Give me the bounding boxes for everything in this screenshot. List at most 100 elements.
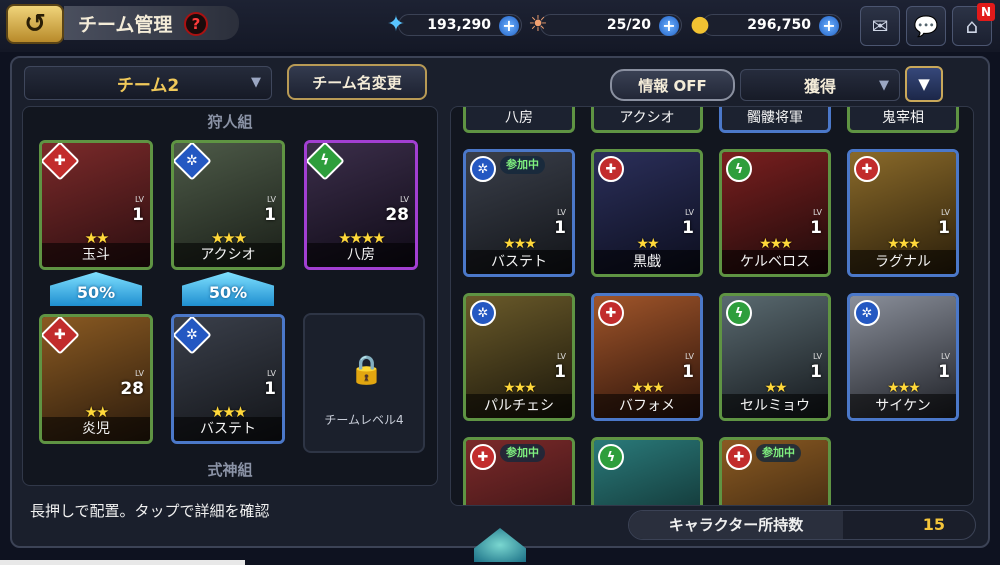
list-item[interactable]: アクシオ xyxy=(591,107,703,133)
chat-icon[interactable]: 💬 xyxy=(906,6,946,46)
wind-element-icon: ϟ xyxy=(726,156,752,182)
character-name: 炎児 xyxy=(42,417,150,441)
list-item[interactable]: 髑髏将軍 xyxy=(719,107,831,133)
info-toggle-button[interactable]: 情報 OFF xyxy=(610,69,735,101)
mail-icon[interactable]: ✉ xyxy=(860,6,900,46)
crystal-icon: ✦ xyxy=(386,11,406,37)
water-element-icon: ✲ xyxy=(854,300,880,326)
list-item[interactable]: 八房 xyxy=(463,107,575,133)
level: 1 xyxy=(264,205,276,225)
water-element-icon: ✲ xyxy=(470,156,496,182)
character-name: ラグナル xyxy=(850,250,956,274)
list-item[interactable]: ϟ LV 1 ★★ セルミョウ xyxy=(719,293,831,421)
in-team-badge: 参加中 xyxy=(756,444,801,462)
level: 1 xyxy=(554,362,566,382)
roster-grid[interactable]: 八房 アクシオ 髑髏将軍 鬼宰相 ✲ 参加中 LV 1 ★★★ バステト ✚ L… xyxy=(450,106,974,506)
chevron-down-icon: ▼ xyxy=(251,75,261,90)
list-item[interactable]: ✚ LV 1 ★★★ バフォメ xyxy=(591,293,703,421)
coin-icon: ● xyxy=(690,11,710,37)
top-bar: ↺ チーム管理 ? ✦ 193,290 + ☀ 25/20 + ● 296,75… xyxy=(0,0,1000,52)
home-icon[interactable]: ⌂ N xyxy=(952,3,995,46)
level: 1 xyxy=(682,362,694,382)
character-name: 玉斗 xyxy=(42,243,150,267)
character-name: バフォメ xyxy=(594,394,700,418)
list-item[interactable]: ✲ LV 1 ★★★ サイケン xyxy=(847,293,959,421)
shikigami-card-1[interactable]: ✚ LV 28 ★★ 炎児 xyxy=(39,314,153,444)
character-name: バステト xyxy=(174,417,282,441)
level: 1 xyxy=(810,218,822,238)
back-arrow-icon: ↺ xyxy=(24,9,46,39)
shikigami-group-label: 式神組 xyxy=(207,461,253,479)
list-item[interactable]: ϟ LV 1 ★★★ ケルベロス xyxy=(719,149,831,277)
owned-label: キャラクター所持数 xyxy=(629,511,843,539)
gold-amount: 296,750 xyxy=(747,17,811,33)
level: 1 xyxy=(554,218,566,238)
level: 1 xyxy=(132,205,144,225)
level: 1 xyxy=(810,362,822,382)
wind-element-icon: ϟ xyxy=(598,444,624,470)
water-element-icon: ✲ xyxy=(470,300,496,326)
level: 1 xyxy=(264,379,276,399)
level: 1 xyxy=(938,362,950,382)
sort-order-button[interactable]: ▼ xyxy=(905,66,943,102)
character-name: 八房 xyxy=(307,243,415,267)
hint-text: 長押しで配置。タップで詳細を確認 xyxy=(30,502,270,520)
hunter-group-label: 狩人組 xyxy=(207,113,253,131)
character-name: アクシオ xyxy=(174,243,282,267)
character-name: ケルベロス xyxy=(722,250,828,274)
shikigami-card-2[interactable]: ✲ LV 1 ★★★ バステト xyxy=(171,314,285,444)
owned-count: 15 xyxy=(922,515,945,534)
level: 28 xyxy=(120,379,144,399)
fire-element-icon: ✚ xyxy=(598,156,624,182)
locked-slot-label: チームレベル4 xyxy=(324,413,404,427)
gold-currency: ● 296,750 + xyxy=(690,12,842,37)
list-item[interactable]: ✚ 参加中 xyxy=(463,437,575,505)
list-item[interactable]: 鬼宰相 xyxy=(847,107,959,133)
sort-select[interactable]: 獲得 ▼ xyxy=(740,69,900,101)
hunter-card-1[interactable]: ✚ LV 1 ★★ 玉斗 xyxy=(39,140,153,270)
locked-slot[interactable]: 🔒 チームレベル4 xyxy=(303,313,425,453)
character-name: サイケン xyxy=(850,394,956,418)
character-name: バステト xyxy=(466,250,572,274)
bottom-strip xyxy=(0,560,245,565)
level: 1 xyxy=(938,218,950,238)
help-icon[interactable]: ? xyxy=(184,12,208,36)
fire-element-icon: ✚ xyxy=(726,444,752,470)
fire-element-icon: ✚ xyxy=(470,444,496,470)
stamina-amount: 25/20 xyxy=(606,17,651,33)
rename-team-button[interactable]: チーム名変更 xyxy=(287,64,427,100)
lock-icon: 🔒 xyxy=(349,353,384,386)
in-team-badge: 参加中 xyxy=(500,156,545,174)
new-badge: N xyxy=(977,3,995,21)
wind-element-icon: ϟ xyxy=(726,300,752,326)
stamina-icon: ☀ xyxy=(528,11,548,37)
add-gold-button[interactable]: + xyxy=(819,16,839,36)
add-stamina-button[interactable]: + xyxy=(659,16,679,36)
owned-count-bar: キャラクター所持数 15 xyxy=(628,510,976,540)
crystal-amount: 193,290 xyxy=(427,17,491,33)
crystal-currency: ✦ 193,290 + xyxy=(387,12,522,37)
character-name: パルチェシ xyxy=(466,394,572,418)
character-name: 黒戯 xyxy=(594,250,700,274)
level: 28 xyxy=(385,205,409,225)
list-item[interactable]: ✲ LV 1 ★★★ パルチェシ xyxy=(463,293,575,421)
chevron-down-icon: ▼ xyxy=(879,78,889,93)
list-item[interactable]: ϟ xyxy=(591,437,703,505)
back-button[interactable]: ↺ xyxy=(6,4,64,44)
team-select[interactable]: チーム2 ▼ xyxy=(24,66,272,100)
list-item[interactable]: ✚ LV 1 ★★★ ラグナル xyxy=(847,149,959,277)
level: 1 xyxy=(682,218,694,238)
fire-element-icon: ✚ xyxy=(854,156,880,182)
hunter-card-3[interactable]: ϟ LV 28 ★★★★ 八房 xyxy=(304,140,418,270)
hunter-card-2[interactable]: ✲ LV 1 ★★★ アクシオ xyxy=(171,140,285,270)
fire-element-icon: ✚ xyxy=(598,300,624,326)
list-item[interactable]: ✚ 参加中 xyxy=(719,437,831,505)
list-item[interactable]: ✚ LV 1 ★★ 黒戯 xyxy=(591,149,703,277)
in-team-badge: 参加中 xyxy=(500,444,545,462)
stamina-currency: ☀ 25/20 + xyxy=(528,12,682,37)
page-title: チーム管理 xyxy=(64,6,239,40)
add-crystal-button[interactable]: + xyxy=(499,16,519,36)
sort-down-icon: ▼ xyxy=(918,75,930,93)
character-name: セルミョウ xyxy=(722,394,828,418)
list-item[interactable]: ✲ 参加中 LV 1 ★★★ バステト xyxy=(463,149,575,277)
